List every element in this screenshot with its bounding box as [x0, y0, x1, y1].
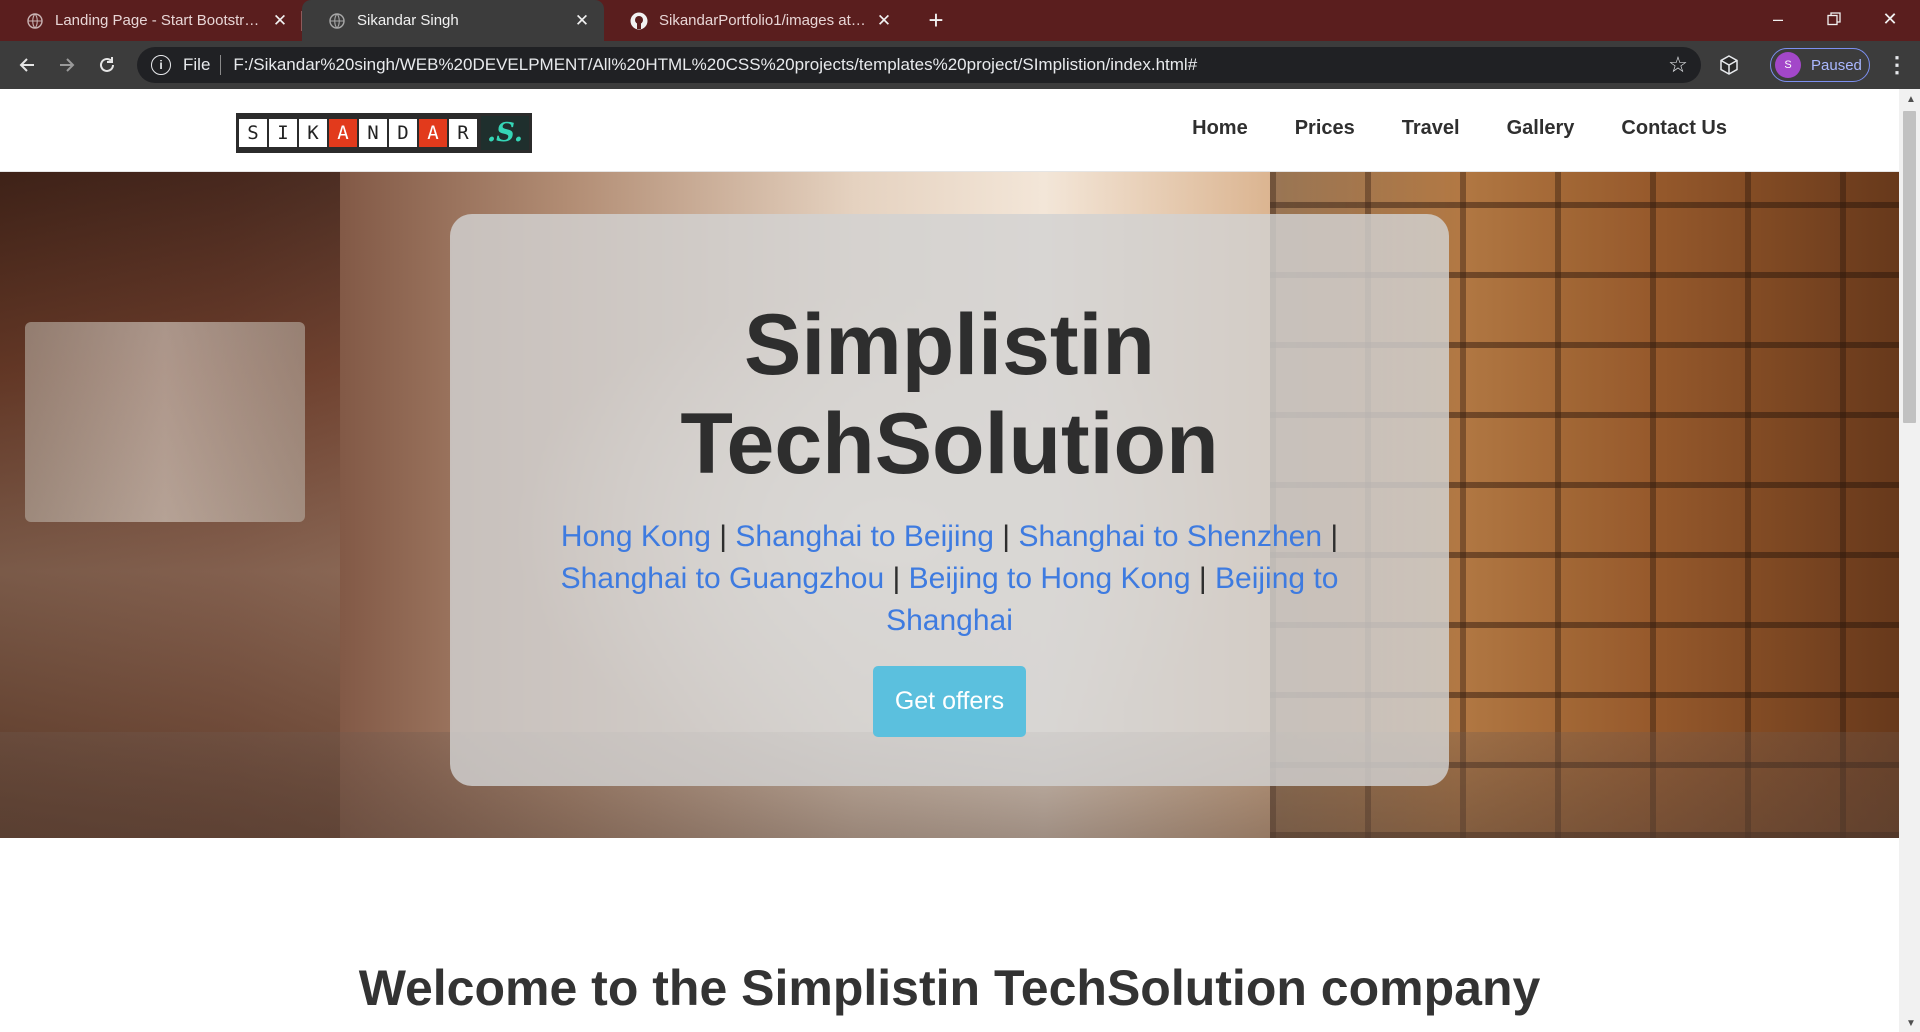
- browser-menu-icon[interactable]: ⋮: [1882, 49, 1912, 81]
- tab-title: Sikandar Singh: [357, 12, 459, 29]
- address-bar[interactable]: i File F:/Sikandar%20singh/WEB%20DEVELPM…: [137, 47, 1701, 83]
- close-window-icon[interactable]: ✕: [1862, 0, 1918, 38]
- route-link[interactable]: Beijing to Hong Kong: [909, 562, 1191, 595]
- get-offers-button[interactable]: Get offers: [873, 666, 1026, 737]
- logo-letter: D: [389, 119, 417, 147]
- welcome-heading: Welcome to the Simplistin TechSolution c…: [358, 960, 1541, 1016]
- tab-title: Landing Page - Start Bootstrap Theme: [55, 12, 262, 29]
- logo-letter: S: [239, 119, 267, 147]
- route-link[interactable]: Shanghai to Shenzhen: [1018, 520, 1322, 553]
- route-link[interactable]: Shanghai to Guangzhou: [561, 562, 885, 595]
- logo-letter: A: [419, 119, 447, 147]
- browser-tab-landing[interactable]: Landing Page - Start Bootstrap Theme ✕: [0, 0, 302, 41]
- minimize-icon[interactable]: –: [1750, 0, 1806, 38]
- logo-letter: R: [449, 119, 477, 147]
- page-scrollbar[interactable]: ▲ ▼: [1899, 89, 1920, 1032]
- profile-status: Paused: [1811, 56, 1862, 74]
- globe-icon: [328, 12, 346, 30]
- close-tab-icon[interactable]: ✕: [270, 11, 290, 31]
- page-viewport: S I K A N D A R .S. Home Prices Travel G…: [0, 89, 1899, 1032]
- hero-card: Simplistin TechSolution Hong Kong | Shan…: [450, 214, 1449, 786]
- scroll-up-icon[interactable]: ▲: [1906, 94, 1916, 105]
- logo-letter: K: [299, 119, 327, 147]
- profile-button[interactable]: S Paused: [1770, 48, 1870, 82]
- scheme-label: File: [183, 55, 211, 74]
- nav-link-gallery[interactable]: Gallery: [1507, 117, 1575, 140]
- route-link[interactable]: Hong Kong: [561, 520, 711, 553]
- scroll-down-icon[interactable]: ▼: [1906, 1018, 1916, 1029]
- site-info-icon[interactable]: i: [151, 55, 171, 75]
- site-navbar: S I K A N D A R .S. Home Prices Travel G…: [0, 89, 1899, 172]
- globe-icon: [26, 12, 44, 30]
- nav-link-contact[interactable]: Contact Us: [1621, 117, 1727, 140]
- back-icon[interactable]: [7, 45, 47, 85]
- logo-letter: I: [269, 119, 297, 147]
- browser-toolbar: i File F:/Sikandar%20singh/WEB%20DEVELPM…: [0, 41, 1920, 89]
- route-links: Hong Kong | Shanghai to Beijing | Shangh…: [560, 520, 1339, 637]
- reload-icon[interactable]: [87, 45, 127, 85]
- nav-link-travel[interactable]: Travel: [1402, 117, 1460, 140]
- github-icon: [630, 12, 648, 30]
- browser-tab-github[interactable]: SikandarPortfolio1/images at master ✕: [604, 0, 906, 41]
- hero-section: Simplistin TechSolution Hong Kong | Shan…: [0, 172, 1899, 838]
- tab-strip: Landing Page - Start Bootstrap Theme ✕ S…: [0, 0, 1920, 41]
- forward-icon[interactable]: [47, 45, 87, 85]
- avatar: S: [1775, 52, 1801, 78]
- tab-title: SikandarPortfolio1/images at master: [659, 12, 866, 29]
- route-link[interactable]: Shanghai to Beijing: [735, 520, 994, 553]
- logo-letter: N: [359, 119, 387, 147]
- close-tab-icon[interactable]: ✕: [874, 11, 894, 31]
- url-text[interactable]: F:/Sikandar%20singh/WEB%20DEVELPMENT/All…: [233, 55, 1197, 75]
- site-logo[interactable]: S I K A N D A R .S.: [236, 113, 532, 153]
- nav-link-home[interactable]: Home: [1192, 117, 1248, 140]
- hero-title: Simplistin TechSolution: [680, 297, 1219, 492]
- extension-cube-icon[interactable]: [1717, 53, 1741, 77]
- restore-icon[interactable]: [1806, 0, 1862, 38]
- browser-tab-sikandar[interactable]: Sikandar Singh ✕: [302, 0, 604, 41]
- close-tab-icon[interactable]: ✕: [572, 11, 592, 31]
- bookmark-star-icon[interactable]: ☆: [1665, 52, 1691, 78]
- nav-link-prices[interactable]: Prices: [1295, 117, 1355, 140]
- new-tab-button[interactable]: +: [916, 0, 956, 41]
- logo-mark: .S.: [481, 116, 529, 150]
- logo-letter: A: [329, 119, 357, 147]
- scroll-thumb[interactable]: [1903, 111, 1916, 423]
- main-nav: Home Prices Travel Gallery Contact Us: [1192, 117, 1727, 140]
